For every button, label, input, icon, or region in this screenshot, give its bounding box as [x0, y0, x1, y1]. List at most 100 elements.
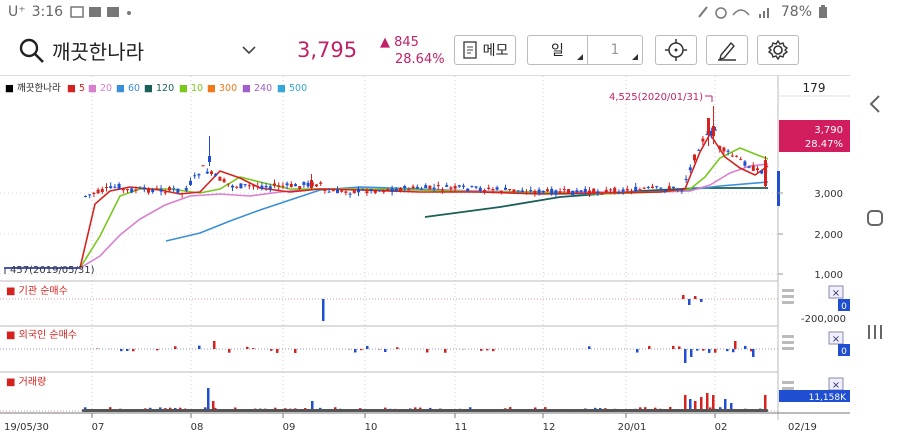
volume-bar [207, 388, 210, 411]
candle-body [722, 147, 726, 152]
institution-zero: 0 [841, 302, 847, 312]
recents-icon [868, 325, 882, 339]
candle-body [84, 195, 87, 197]
stock-name[interactable]: 깨끗한나라 [52, 36, 144, 65]
foreign-bar [678, 346, 681, 349]
stock-chart[interactable]: ■ 깨끗한나라 ■ 5 ■ 20 ■ 60 ■ 120 ■ 10 ■ 300 ■ 240 ■ 5… [0, 76, 850, 437]
candle-body [163, 192, 167, 194]
candle-body [126, 189, 129, 191]
candle-body [760, 170, 764, 174]
candle-body [449, 187, 453, 189]
candle-body [707, 118, 710, 134]
crosshair-icon [665, 39, 687, 61]
candle-body [365, 191, 369, 194]
pen-icon [718, 41, 736, 61]
candle-body [319, 182, 323, 184]
volume-panel-title: ■ 거래량 [6, 376, 46, 388]
candle-body [415, 186, 419, 189]
foreign-bar [252, 348, 255, 349]
candle-body [105, 187, 108, 189]
header: 깨끗한나라 3,795 ▲ 845 28.64% 메모 일 1 [0, 26, 850, 76]
chart-scrollbar[interactable] [82, 409, 768, 412]
battery-icon [819, 5, 827, 18]
candle-body [273, 183, 276, 186]
chart-area[interactable]: ■ 깨끗한나라 ■ 5 ■ 20 ■ 60 ■ 120 ■ 10 ■ 300 ■ 240 ■ 5… [0, 76, 850, 437]
candle-body [596, 191, 600, 193]
candle-body [352, 190, 356, 193]
foreign-bar [690, 349, 693, 357]
candle-body [142, 187, 146, 190]
candle-body [541, 190, 545, 193]
candle-body [399, 188, 402, 192]
candle-body [483, 190, 486, 192]
chart-app: 깨끗한나라 3,795 ▲ 845 28.64% 메모 일 1 ■ 깨끗한나라 … [0, 26, 850, 437]
candle-body [743, 161, 747, 166]
candle-body [730, 155, 734, 157]
candle-body [667, 186, 671, 190]
candle-body [453, 185, 457, 189]
institution-bar [688, 299, 691, 305]
crosshair-button[interactable] [655, 35, 697, 65]
candle-body [277, 185, 281, 187]
foreign-bar [270, 349, 273, 351]
draw-button[interactable] [706, 35, 748, 65]
candle-body [533, 190, 537, 194]
candle-body [659, 187, 663, 189]
candle-body [159, 188, 163, 192]
system-icons [698, 6, 769, 19]
candle-body [134, 189, 138, 191]
candle-body [609, 189, 612, 191]
memo-button[interactable]: 메모 [454, 35, 516, 65]
candle-body [361, 189, 365, 191]
candle-body [520, 190, 524, 193]
candle-body [651, 186, 654, 188]
y-tick-2000: 2,000 [814, 230, 843, 241]
candle-body [604, 189, 608, 193]
volume-bar [684, 395, 687, 411]
foreign-bar [486, 349, 489, 351]
memo-icon [462, 41, 477, 59]
candle-body [243, 184, 247, 186]
candle-body [478, 187, 482, 191]
system-nav [850, 26, 900, 437]
candle-body [327, 191, 331, 193]
candle-body [470, 186, 474, 188]
candle-body [491, 189, 495, 191]
foreign-bar [702, 349, 705, 351]
candle-body [88, 194, 92, 196]
foreign-bar [384, 349, 387, 353]
candle-body [130, 188, 134, 193]
candle-body [348, 193, 352, 195]
chevron-down-icon[interactable] [241, 44, 257, 56]
search-icon[interactable] [18, 37, 46, 65]
candle-body [558, 191, 562, 193]
candle-body [201, 165, 205, 167]
candle-body [634, 186, 638, 192]
carrier-label: U⁺ [8, 4, 26, 20]
candle-body [222, 179, 226, 183]
period-count-select[interactable]: 1 [587, 35, 643, 65]
candle-body [579, 190, 583, 192]
candle-body [735, 155, 738, 157]
period-select[interactable]: 일 [527, 35, 587, 65]
candle-body [294, 184, 297, 187]
y-tick-1000: 1,000 [814, 270, 843, 281]
candle-body [550, 188, 554, 195]
candle-body [214, 173, 218, 176]
candle-body [756, 168, 759, 171]
x-tick-1: 07 [92, 422, 105, 433]
candle-body [100, 188, 104, 192]
candle-body [701, 138, 705, 142]
foreign-bar [636, 349, 639, 353]
candle-body [121, 188, 125, 191]
institution-panel-title: ■ 기관 순매수 [6, 285, 68, 297]
candle-body [583, 188, 587, 193]
candle-body [306, 182, 310, 187]
settings-button[interactable] [757, 35, 799, 65]
candle-body [193, 175, 197, 177]
candle-body [340, 190, 344, 192]
dropdown-corner-icon [632, 54, 638, 60]
candle-body [226, 183, 230, 185]
foreign-bar [426, 349, 429, 353]
candle-body [390, 188, 394, 192]
